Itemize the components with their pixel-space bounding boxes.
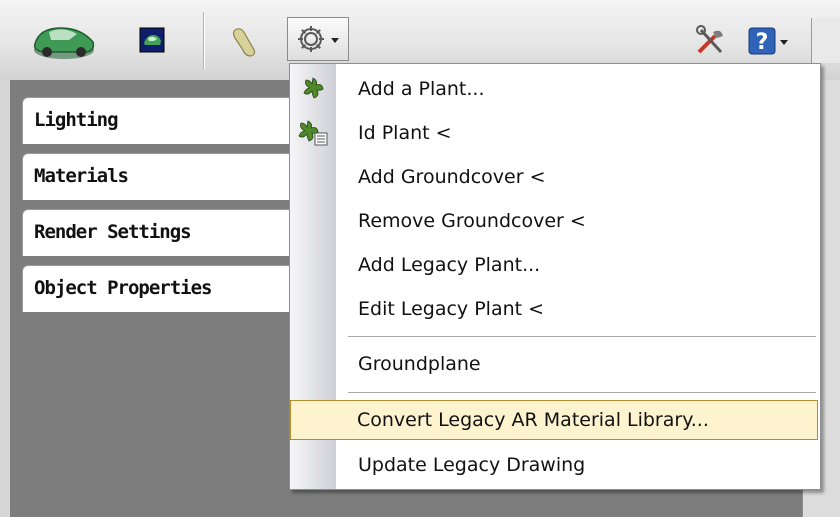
- tab-materials[interactable]: Materials: [22, 153, 302, 200]
- plant-tools-menu: Add a Plant... Id Plant < Add Groundcove…: [289, 63, 821, 490]
- menu-item-convert-legacy-ar-material-library[interactable]: Convert Legacy AR Material Library...: [290, 400, 818, 440]
- tools-icon[interactable]: [690, 22, 730, 60]
- menu-item-label: Add Legacy Plant...: [358, 254, 541, 276]
- help-dropdown-button[interactable]: ?: [742, 22, 794, 60]
- render-window-icon[interactable]: [135, 24, 169, 56]
- toolbar-edge: [811, 18, 840, 63]
- menu-item-add-groundcover[interactable]: Add Groundcover <: [338, 158, 818, 196]
- plant-id-icon: [296, 116, 330, 150]
- menu-item-add-a-plant[interactable]: Add a Plant...: [338, 70, 818, 108]
- help-icon: ?: [748, 27, 776, 55]
- tab-object-properties[interactable]: Object Properties: [22, 265, 302, 312]
- foot-tool-icon[interactable]: [225, 22, 265, 60]
- tab-label: Render Settings: [34, 221, 192, 243]
- chevron-down-icon: [330, 30, 340, 49]
- tab-label: Object Properties: [34, 277, 212, 299]
- gear-icon: [296, 24, 326, 54]
- plant-add-icon: [296, 71, 330, 105]
- tab-render-settings[interactable]: Render Settings: [22, 209, 302, 256]
- menu-item-label: Edit Legacy Plant <: [358, 298, 545, 320]
- menu-item-label: Convert Legacy AR Material Library...: [357, 409, 709, 431]
- menu-item-label: Groundplane: [358, 353, 481, 375]
- menu-item-label: Update Legacy Drawing: [358, 454, 586, 476]
- menu-item-groundplane[interactable]: Groundplane: [338, 345, 818, 383]
- tab-label: Materials: [34, 165, 129, 187]
- tab-lighting[interactable]: Lighting: [22, 97, 302, 144]
- tab-label: Lighting: [34, 109, 119, 131]
- menu-item-label: Add Groundcover <: [358, 166, 546, 188]
- svg-text:?: ?: [755, 30, 768, 55]
- menu-item-remove-groundcover[interactable]: Remove Groundcover <: [338, 202, 818, 240]
- menu-separator: [348, 336, 816, 337]
- menu-item-label: Add a Plant...: [358, 78, 485, 100]
- menu-item-label: Remove Groundcover <: [358, 210, 586, 232]
- menu-item-label: Id Plant <: [358, 122, 452, 144]
- menu-separator: [348, 392, 816, 393]
- toolbar-separator: [203, 12, 204, 70]
- plant-tools-dropdown-button[interactable]: [287, 17, 349, 61]
- menu-item-id-plant[interactable]: Id Plant <: [338, 114, 818, 152]
- chevron-down-icon: [779, 32, 789, 51]
- menu-item-edit-legacy-plant[interactable]: Edit Legacy Plant <: [338, 290, 818, 328]
- menu-item-add-legacy-plant[interactable]: Add Legacy Plant...: [338, 246, 818, 284]
- menu-item-update-legacy-drawing[interactable]: Update Legacy Drawing: [338, 446, 818, 484]
- car-render-icon[interactable]: [28, 18, 100, 64]
